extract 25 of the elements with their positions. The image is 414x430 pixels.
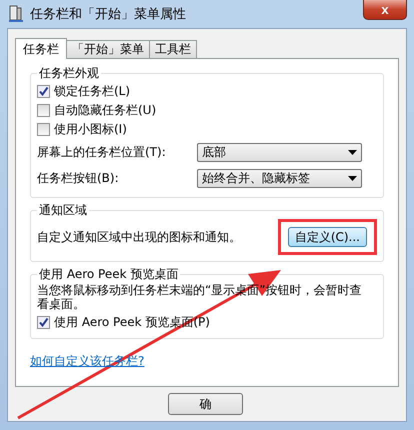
group-title: 任务栏外观 [38,65,100,82]
dropdown[interactable]: 底部 [197,142,362,162]
description-text: 自定义通知区域中出现的图标和通知。 [37,228,241,246]
group-title: 通知区域 [38,202,88,219]
tab[interactable]: 任务栏 [15,38,67,59]
checkbox-label: 使用小图标(I) [54,121,127,138]
close-button[interactable]: x [363,0,407,20]
ok-button[interactable]: 确 [168,393,243,415]
caret-icon [348,150,357,154]
tab[interactable]: 工具栏 [149,40,197,58]
tab[interactable]: 「开始」菜单 [66,40,150,58]
checkbox[interactable] [37,316,50,329]
dropdown[interactable]: 始终合并、隐藏标签 [197,168,362,188]
dropdown-label: 任务栏按钮(B): [37,170,120,186]
checkbox[interactable] [37,104,50,117]
checkbox-label: 锁定任务栏(L) [54,83,130,100]
checkbox[interactable] [37,123,50,136]
dropdown-label: 屏幕上的任务栏位置(T): [37,144,167,160]
window-title: 任务栏和「开始」菜单属性 [30,6,186,23]
caret-icon [348,176,357,180]
checkbox[interactable] [37,85,50,98]
group-title: 使用 Aero Peek 预览桌面 [38,266,180,283]
customize-button[interactable]: 自定义(C)... [288,227,367,247]
taskbar-properties-icon [8,5,24,23]
checkbox-label: 自动隐藏任务栏(U) [54,102,156,119]
